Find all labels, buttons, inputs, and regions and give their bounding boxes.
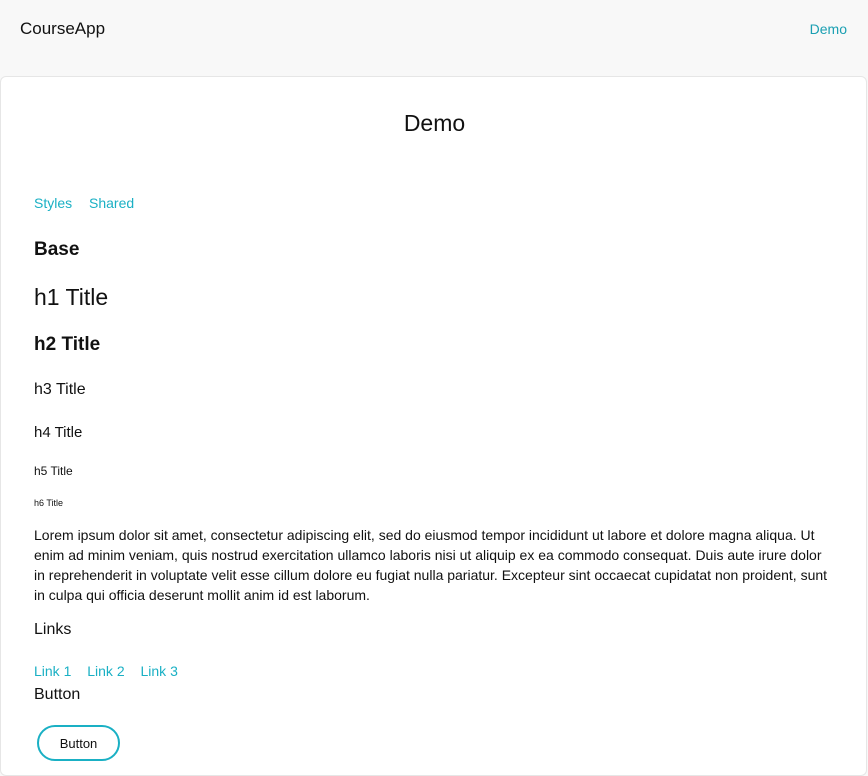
links-section-title: Links [34, 621, 72, 638]
section-title-base: Base [34, 239, 80, 260]
link-1[interactable]: Link 1 [34, 663, 71, 679]
sample-h2: h2 Title [34, 334, 101, 355]
sample-h5: h5 Title [34, 464, 73, 478]
top-navbar: CourseApp Demo [0, 0, 868, 76]
links-row: Link 1 Link 2 Link 3 [34, 663, 190, 679]
button-section-title: Button [34, 686, 81, 703]
link-2[interactable]: Link 2 [87, 663, 124, 679]
lorem-paragraph: Lorem ipsum dolor sit amet, consectetur … [34, 527, 828, 603]
content-card: Demo Styles Shared Base h1 Title h2 Titl… [0, 76, 867, 776]
tab-shared[interactable]: Shared [89, 195, 134, 211]
sample-h4: h4 Title [34, 424, 83, 441]
sample-h1: h1 Title [34, 284, 109, 310]
link-3[interactable]: Link 3 [141, 663, 178, 679]
tab-styles[interactable]: Styles [34, 195, 72, 211]
sample-h6: h6 Title [34, 498, 64, 508]
section-tabs: Styles Shared [34, 195, 147, 211]
page-title: Demo [403, 110, 466, 136]
demo-button[interactable]: Button [37, 725, 120, 761]
brand-title[interactable]: CourseApp [20, 19, 105, 39]
nav-link-demo[interactable]: Demo [810, 21, 847, 37]
sample-h3: h3 Title [34, 381, 86, 398]
